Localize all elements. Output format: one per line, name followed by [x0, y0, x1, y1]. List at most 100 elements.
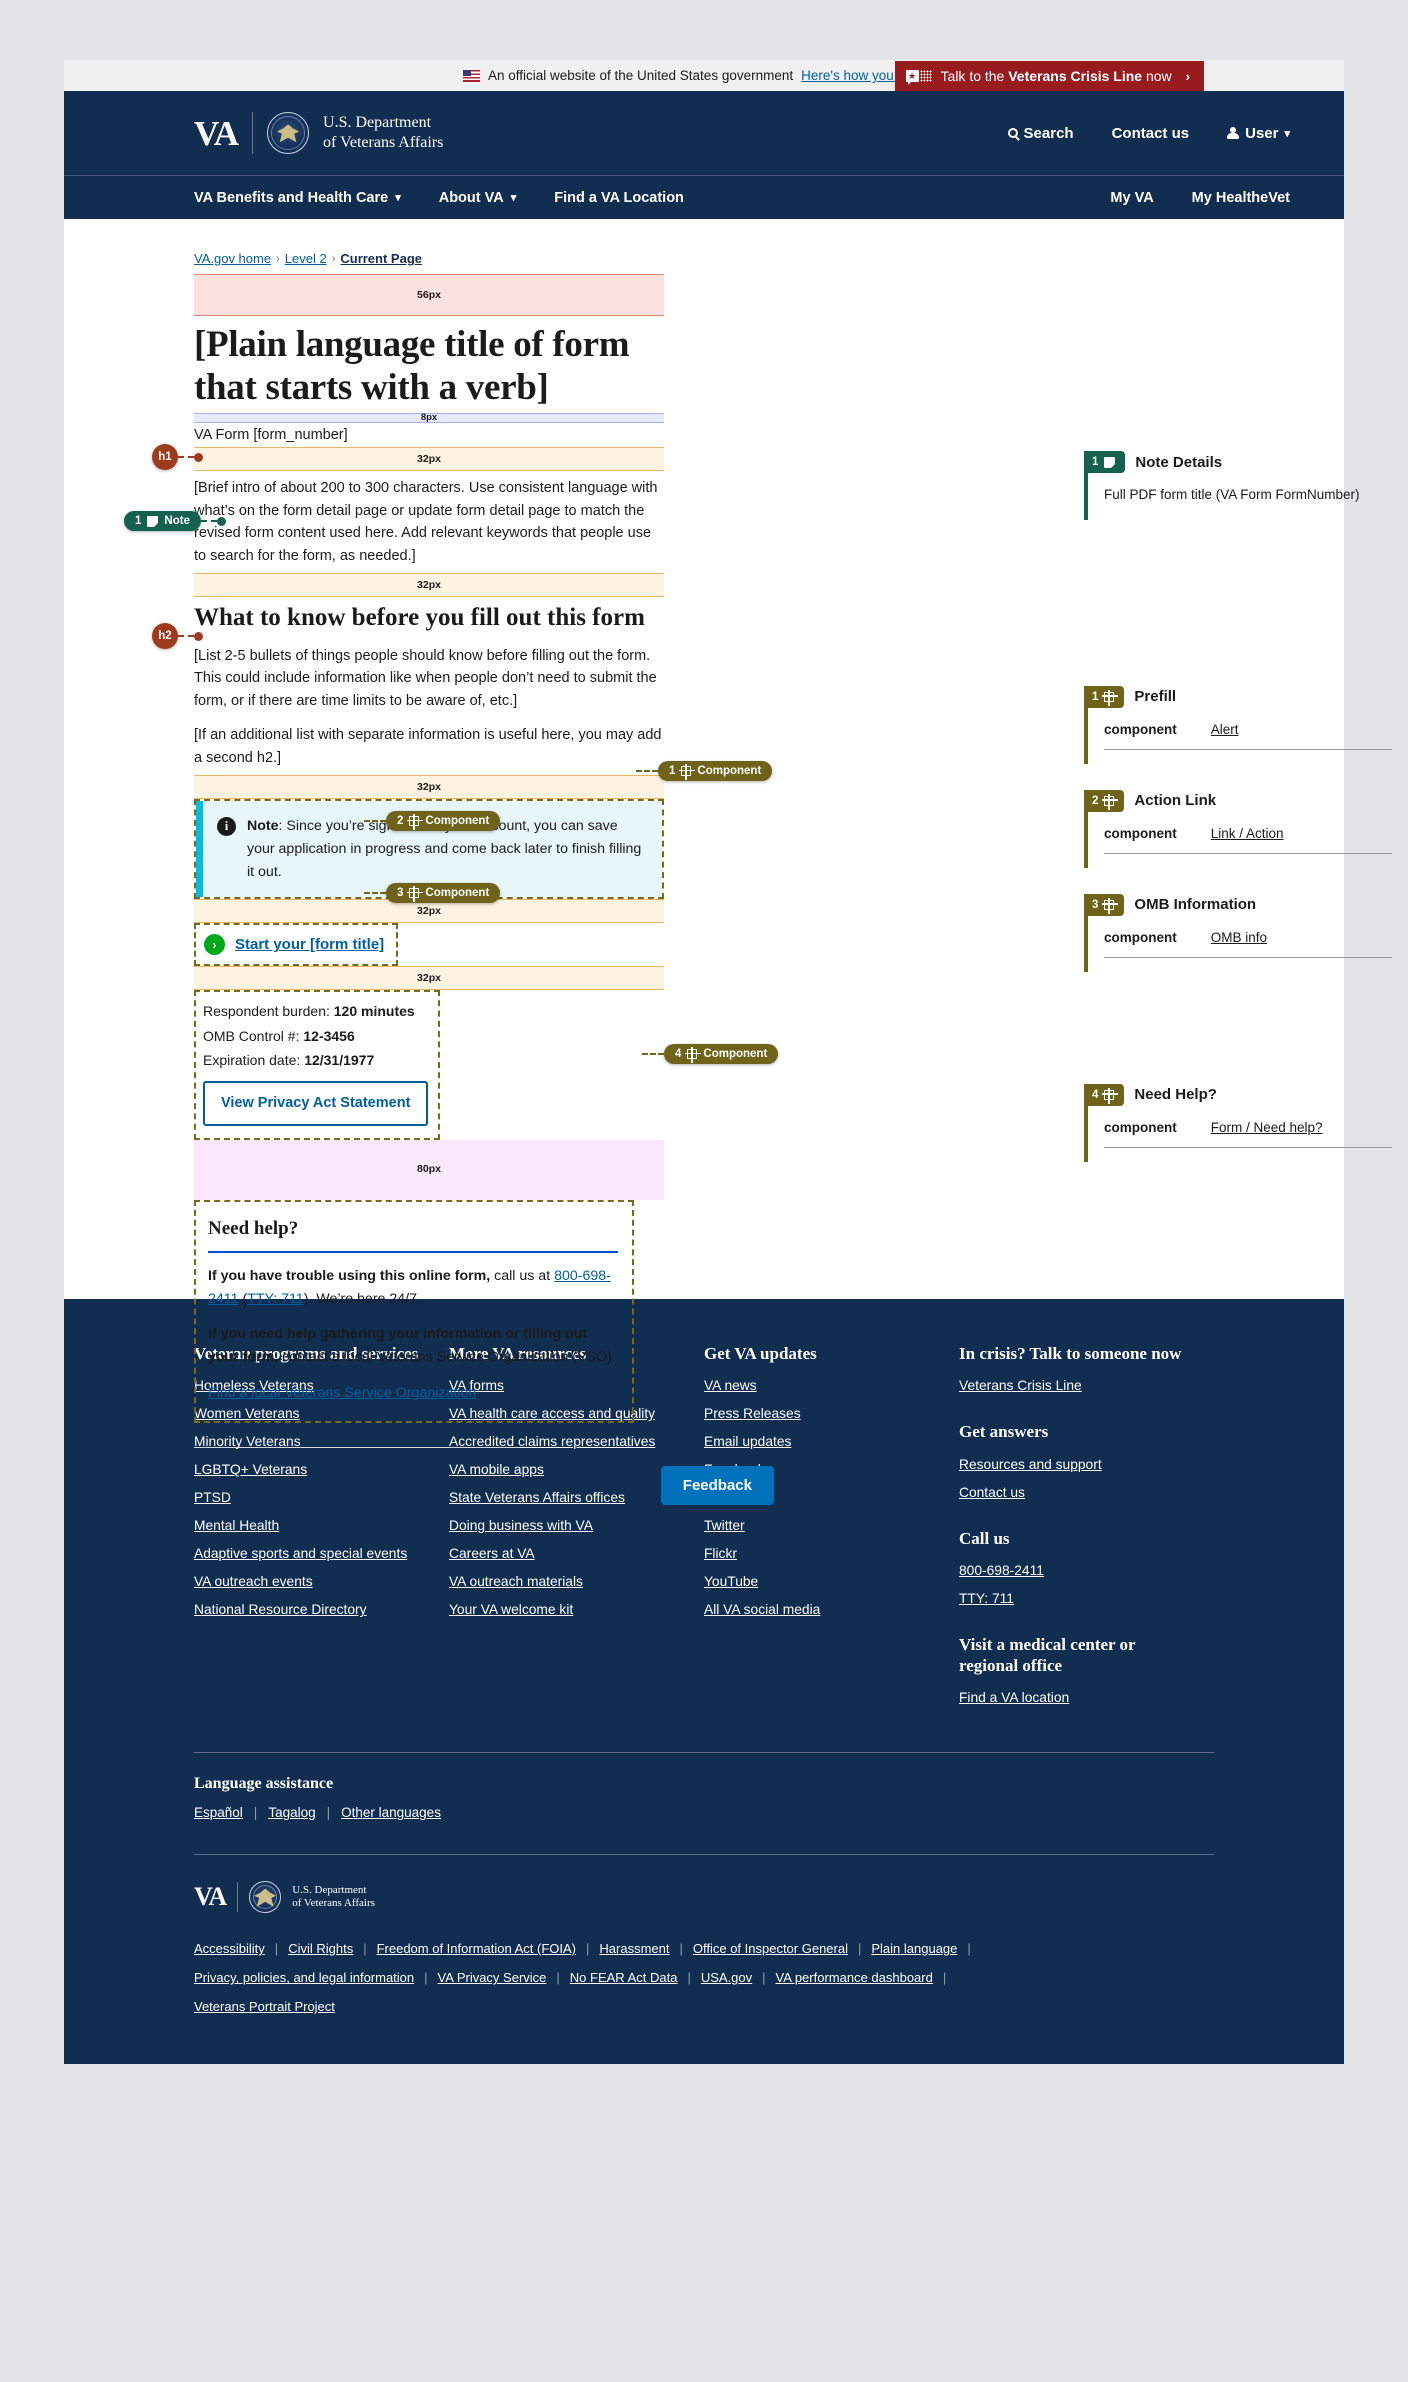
footer-link-contact-us[interactable]: Contact us	[959, 1485, 1192, 1500]
language-link-espanol[interactable]: Español	[194, 1805, 243, 1820]
omb-information-component: Respondent burden: 120 minutes OMB Contr…	[194, 990, 441, 1140]
footer-legal-links: Accessibility | Civil Rights | Freedom o…	[194, 1941, 1214, 2014]
annotation-value-omb[interactable]: OMB info	[1211, 928, 1267, 949]
legal-link-plain-language[interactable]: Plain language	[871, 1941, 957, 1956]
footer-link[interactable]: YouTube	[704, 1574, 937, 1589]
language-link-other[interactable]: Other languages	[341, 1805, 441, 1820]
user-menu-button[interactable]: User ▾	[1227, 125, 1290, 142]
nav-item-my-healthevet[interactable]: My HealtheVet	[1192, 190, 1290, 206]
find-vso-link[interactable]: Find a local Veterans Service Organizati…	[208, 1385, 476, 1401]
nav-item-my-va[interactable]: My VA	[1110, 190, 1153, 206]
marker-h1-pill[interactable]: h1	[152, 444, 178, 470]
legal-link-performance-dashboard[interactable]: VA performance dashboard	[776, 1970, 933, 1985]
footer-link[interactable]: VA outreach materials	[449, 1574, 682, 1589]
footer-link[interactable]: Flickr	[704, 1546, 937, 1561]
footer-link[interactable]: VA news	[704, 1378, 937, 1393]
marker-component-2-pill[interactable]: 2 Component	[386, 811, 501, 831]
component-icon	[1102, 793, 1119, 810]
search-button[interactable]: Search	[1007, 124, 1074, 142]
footer-column-va-updates: Get VA updates VA news Press Releases Em…	[704, 1343, 959, 1718]
nav-item-find-location[interactable]: Find a VA Location	[554, 190, 684, 206]
footer-link[interactable]: Email updates	[704, 1434, 937, 1449]
spacer-8px: 8px	[194, 413, 664, 424]
legal-link-oig[interactable]: Office of Inspector General	[693, 1941, 848, 1956]
action-link[interactable]: › Start your [form title]	[196, 925, 396, 964]
va-form-number: VA Form [form_number]	[194, 427, 348, 444]
footer-link[interactable]: National Resource Directory	[194, 1602, 427, 1617]
spacer-32px-c: 32px	[194, 775, 664, 800]
note-icon	[147, 515, 159, 527]
annotation-value-action-link[interactable]: Link / Action	[1211, 824, 1284, 845]
footer-link[interactable]: Twitter	[704, 1518, 937, 1533]
language-link-tagalog[interactable]: Tagalog	[268, 1805, 315, 1820]
footer-link-resources-support[interactable]: Resources and support	[959, 1457, 1192, 1472]
legal-link-portrait-project[interactable]: Veterans Portrait Project	[194, 1999, 335, 2014]
marker-component-3-pill[interactable]: 3 Component	[386, 883, 501, 903]
footer-link-tty[interactable]: TTY: 711	[959, 1591, 1192, 1606]
help-tty-link[interactable]: TTY: 711	[247, 1291, 304, 1307]
annotation-key-omb: component	[1104, 929, 1177, 945]
nav-item-va-benefits[interactable]: VA Benefits and Health Care ▾	[194, 190, 401, 206]
marker-note-pill[interactable]: 1 Note	[124, 511, 201, 531]
va-logo[interactable]: VA U.S. Department of Veterans Affairs	[194, 112, 443, 154]
legal-link-foia[interactable]: Freedom of Information Act (FOIA)	[377, 1941, 576, 1956]
footer-divider-1	[194, 1752, 1214, 1754]
need-help-block: Need help? If you have trouble using thi…	[196, 1202, 632, 1421]
header-main-nav: VA Benefits and Health Care ▾ About VA ▾…	[64, 175, 1344, 219]
footer-link[interactable]: Press Releases	[704, 1406, 937, 1421]
legal-link-civil-rights[interactable]: Civil Rights	[288, 1941, 353, 1956]
nav-item-about-va[interactable]: About VA ▾	[439, 190, 517, 206]
need-help-component: Need help? If you have trouble using thi…	[194, 1199, 634, 1423]
legal-link-usagov[interactable]: USA.gov	[701, 1970, 752, 1985]
marker-component-4-pill[interactable]: 4 Component	[664, 1044, 779, 1064]
annotation-flag-5: 4	[1084, 1083, 1125, 1106]
spacer-32px-e: 32px	[194, 966, 664, 991]
footer-link[interactable]: Careers at VA	[449, 1546, 682, 1561]
view-privacy-act-statement-button[interactable]: View Privacy Act Statement	[203, 1080, 429, 1126]
marker-h2-pill[interactable]: h2	[152, 623, 178, 649]
footer-link-find-location[interactable]: Find a VA location	[959, 1690, 1192, 1705]
footer-link[interactable]: All VA social media	[704, 1602, 937, 1617]
annotation-body-note-details: Full PDF form title (VA Form FormNumber)	[1084, 473, 1404, 520]
start-form-link[interactable]: Start your [form title]	[235, 936, 384, 953]
feedback-button[interactable]: Feedback	[660, 1465, 774, 1505]
footer-link[interactable]: Mental Health	[194, 1518, 427, 1533]
footer-va-logo[interactable]: VA U.S. Department of Veterans Affairs	[194, 1881, 1214, 1914]
component-icon	[1102, 689, 1119, 706]
annotation-value-prefill[interactable]: Alert	[1211, 720, 1239, 741]
annotation-key-need-help: component	[1104, 1119, 1177, 1135]
footer-link[interactable]: VA outreach events	[194, 1574, 427, 1589]
content-area: VA.gov home › Level 2 › Current Page 56p…	[64, 219, 1392, 1505]
legal-link-va-privacy-service[interactable]: VA Privacy Service	[438, 1970, 547, 1985]
footer-link[interactable]: Doing business with VA	[449, 1518, 682, 1533]
respondent-burden-row: Respondent burden: 120 minutes	[203, 1003, 415, 1020]
veterans-crisis-line-banner[interactable]: ★ Talk to the Veterans Crisis Line now ›	[894, 61, 1204, 91]
breadcrumb-current[interactable]: Current Page	[340, 251, 422, 266]
legal-link-accessibility[interactable]: Accessibility	[194, 1941, 265, 1956]
breadcrumb-home[interactable]: VA.gov home	[194, 251, 271, 266]
crisis-chat-icon: ★	[905, 70, 932, 85]
footer-link[interactable]: Your VA welcome kit	[449, 1602, 682, 1617]
breadcrumb-level2[interactable]: Level 2	[285, 251, 327, 266]
search-label: Search	[1023, 124, 1074, 142]
contact-us-link[interactable]: Contact us	[1112, 125, 1190, 142]
footer-va-logo-text: U.S. Department of Veterans Affairs	[292, 1883, 375, 1910]
legal-link-no-fear[interactable]: No FEAR Act Data	[570, 1970, 678, 1985]
language-assistance-heading: Language assistance	[194, 1775, 334, 1793]
breadcrumb-separator-icon: ›	[331, 252, 336, 265]
footer-link-phone[interactable]: 800-698-2411	[959, 1563, 1192, 1578]
annotation-action-link: 2 Action Link component Link / Action	[1084, 789, 1404, 868]
annotation-omb-information: 3 OMB Information component OMB info	[1084, 893, 1404, 972]
footer-link-veterans-crisis-line[interactable]: Veterans Crisis Line	[959, 1378, 1192, 1393]
footer-legal-row-2: Privacy, policies, and legal information…	[194, 1970, 1214, 1985]
annotation-value-need-help[interactable]: Form / Need help?	[1211, 1118, 1323, 1139]
footer-legal-row-1: Accessibility | Civil Rights | Freedom o…	[194, 1941, 1214, 1956]
divider-pipe: |	[679, 1941, 683, 1957]
footer-link[interactable]: Adaptive sports and special events	[194, 1546, 427, 1561]
content-bottom-divider	[194, 1446, 520, 1448]
legal-link-privacy[interactable]: Privacy, policies, and legal information	[194, 1970, 414, 1985]
annotation-title-omb-information: OMB Information	[1134, 896, 1257, 914]
legal-link-harassment[interactable]: Harassment	[599, 1941, 669, 1956]
marker-component-1-pill[interactable]: 1 Component	[658, 761, 773, 781]
logo-divider	[237, 1882, 239, 1913]
